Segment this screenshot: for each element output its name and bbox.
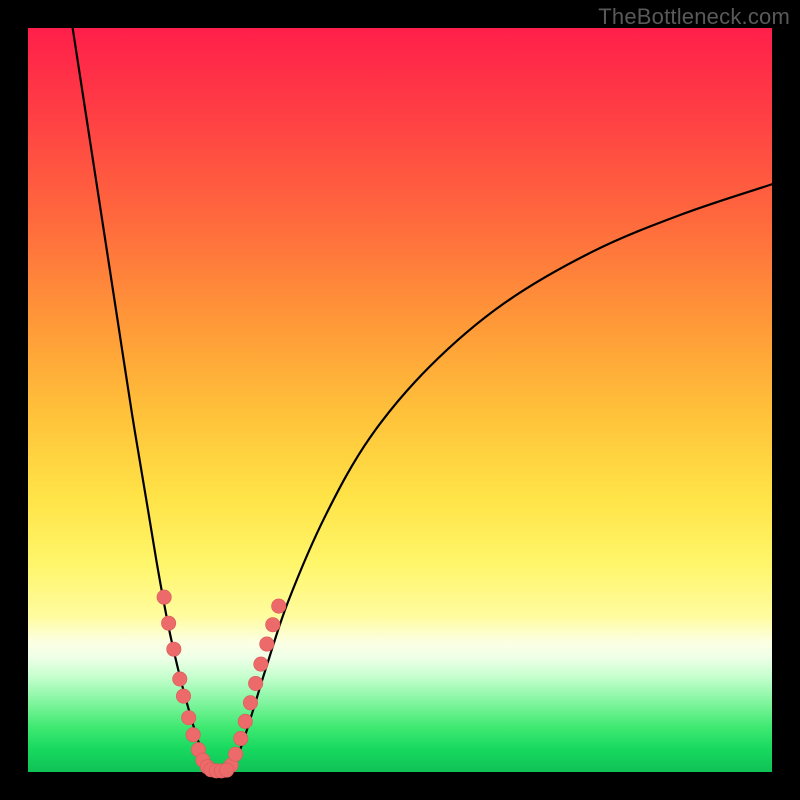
data-marker: [243, 696, 257, 710]
data-marker: [254, 657, 268, 671]
data-marker: [176, 689, 190, 703]
data-marker: [248, 676, 262, 690]
curve-layer: [28, 28, 772, 772]
data-marker: [260, 637, 274, 651]
data-marker: [186, 728, 200, 742]
data-marker: [182, 710, 196, 724]
data-marker: [161, 616, 175, 630]
data-marker: [157, 590, 171, 604]
data-marker: [272, 599, 286, 613]
data-marker: [167, 642, 181, 656]
watermark-text: TheBottleneck.com: [598, 4, 790, 30]
data-marker: [228, 747, 242, 761]
left-curve: [73, 28, 211, 769]
data-marker: [219, 763, 233, 777]
data-marker: [238, 714, 252, 728]
plot-area: [28, 28, 772, 772]
chart-frame: TheBottleneck.com: [0, 0, 800, 800]
data-marker: [173, 672, 187, 686]
data-marker: [234, 731, 248, 745]
right-curve: [229, 184, 772, 769]
data-marker: [266, 617, 280, 631]
